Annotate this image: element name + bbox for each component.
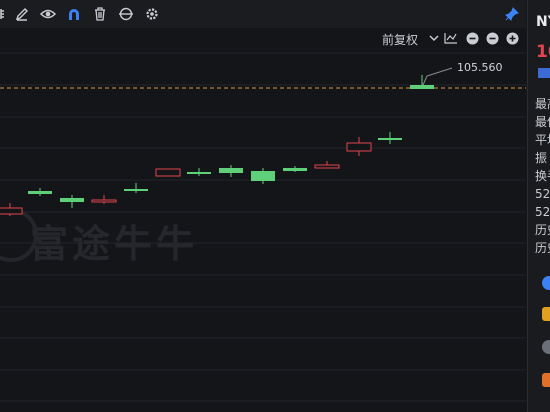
adjust-label: 前复权 [382, 33, 419, 47]
candle-body [378, 138, 402, 140]
pin-icon[interactable] [503, 5, 521, 23]
candle-body [60, 198, 84, 202]
minimize-icon[interactable] [465, 31, 479, 45]
candle-body [124, 189, 148, 191]
gear-icon[interactable] [143, 5, 161, 23]
pencil-icon[interactable] [13, 5, 31, 23]
ruler-icon[interactable] [0, 5, 14, 23]
stat-label: 52周 [535, 187, 550, 201]
mail-icon[interactable] [542, 307, 550, 321]
current-price: 10 [536, 42, 550, 62]
us-flag-icon [538, 68, 550, 78]
candle-body [28, 191, 52, 194]
candle-body [187, 172, 211, 174]
stat-label: 52周 [535, 205, 550, 219]
candle-body [410, 85, 434, 89]
ticker-symbol: NY [536, 14, 550, 30]
candle-body [91, 199, 117, 203]
stat-label: 振 [535, 151, 548, 165]
eye-icon[interactable] [39, 5, 57, 23]
stat-label: 历史 [535, 223, 550, 237]
info-icon[interactable] [542, 340, 550, 354]
zoom-in-icon[interactable] [505, 31, 519, 45]
report-icon[interactable] [542, 373, 550, 387]
candle-body [314, 164, 340, 169]
chart-canvas [0, 52, 526, 402]
candle-body [346, 142, 372, 152]
chevron-down-icon[interactable] [427, 31, 441, 45]
candle-body [219, 168, 243, 173]
stat-label: 最高 [535, 97, 550, 111]
stat-label: 平均 [535, 133, 550, 147]
trash-icon[interactable] [91, 5, 109, 23]
candle-body [283, 168, 307, 171]
candlestick-chart[interactable]: 富途牛牛 [0, 28, 526, 412]
candle-body [251, 171, 275, 181]
candle-body [155, 168, 181, 177]
stat-label: 历史 [535, 241, 550, 255]
quote-panel: NY 10 最高 最低 平均 振 换手 52周 52周 历史 历史 [527, 0, 550, 412]
chart-toolbar [0, 0, 526, 29]
last-price-label: 105.560 [457, 61, 503, 74]
sync-icon[interactable] [117, 5, 135, 23]
zoom-out-icon[interactable] [485, 31, 499, 45]
magnet-icon[interactable] [65, 5, 83, 23]
dollar-icon[interactable] [542, 276, 550, 290]
stat-label: 最低 [535, 115, 550, 129]
stat-label: 换手 [535, 169, 550, 183]
price-leader-line [422, 67, 453, 86]
candle-body [0, 207, 23, 215]
adjust-dropdown[interactable]: 前复权 [382, 31, 418, 48]
chart-type-icon[interactable] [444, 31, 458, 45]
